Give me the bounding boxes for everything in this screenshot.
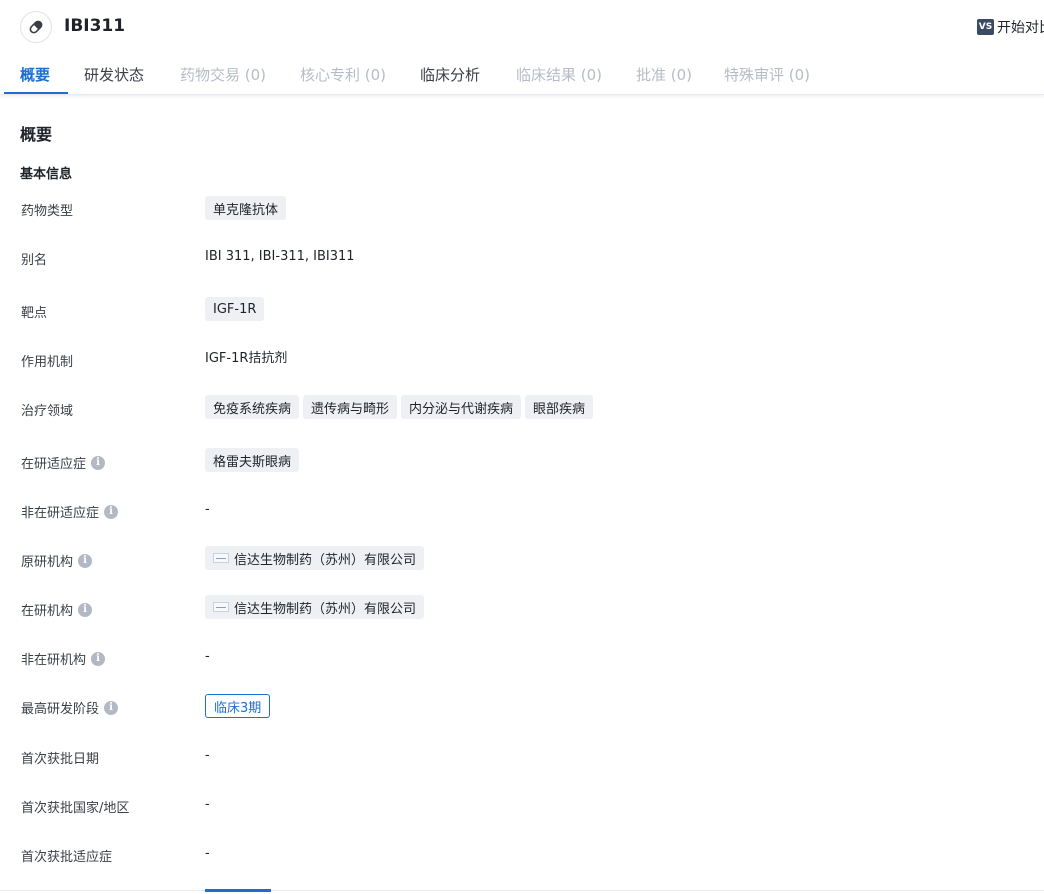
target-tag[interactable]: IGF-1R [205, 297, 265, 321]
originator-value: 信达生物制药（苏州）有限公司 [205, 546, 428, 570]
highest-phase-label-text: 最高研发阶段 [21, 702, 100, 717]
section-title: 概要 [20, 125, 53, 144]
drug-type-label: 药物类型 [21, 200, 73, 219]
therapeutic-area-tag: 内分泌与代谢疾病 [401, 395, 522, 419]
first-approval-indication-label: 首次获批适应症 [21, 846, 112, 865]
first-approval-indication-label-text: 首次获批适应症 [21, 850, 113, 865]
originator-label-text: 原研机构 [21, 555, 74, 570]
active-indication-label: 在研适应症 i [21, 453, 106, 472]
alias-label: 别名 [21, 249, 47, 268]
phase-tag: 临床3期 [205, 694, 271, 718]
tab-overview[interactable]: 概要 [20, 64, 50, 85]
active-indication-label-text: 在研适应症 [21, 457, 87, 472]
active-org-value: 信达生物制药（苏州）有限公司 [205, 595, 428, 619]
info-icon[interactable]: i [78, 602, 93, 617]
org-logo-icon [213, 602, 229, 612]
inactive-indication-value: - [205, 502, 210, 517]
inactive-indication-label: 非在研适应症 i [21, 502, 119, 521]
active-org-label: 在研机构 i [21, 600, 93, 619]
tab-clinical-analysis[interactable]: 临床分析 [420, 64, 480, 85]
info-icon[interactable]: i [78, 553, 93, 568]
tab-core-patents[interactable]: 核心专利 (0) [300, 64, 386, 85]
alias-label-text: 别名 [21, 253, 48, 268]
first-approval-date-value: - [205, 748, 210, 763]
target-value: IGF-1R [205, 297, 268, 321]
info-icon[interactable]: i [104, 700, 119, 715]
alias-value: IBI 311, IBI-311, IBI311 [205, 249, 355, 264]
therapeutic-area-tag: 免疫系统疾病 [205, 395, 300, 419]
tab-drug-deals[interactable]: 药物交易 (0) [180, 64, 266, 85]
indication-tag[interactable]: 格雷夫斯眼病 [205, 448, 300, 472]
inactive-org-value: - [205, 649, 210, 664]
inactive-org-label: 非在研机构 i [21, 649, 106, 668]
drug-type-value: 单克隆抗体 [205, 196, 290, 220]
therapeutic-area-tag: 遗传病与畸形 [303, 395, 398, 419]
highest-phase-label: 最高研发阶段 i [21, 698, 119, 717]
active-tab-indicator [4, 92, 68, 94]
tab-special-review[interactable]: 特殊审评 (0) [724, 64, 810, 85]
mechanism-label-text: 作用机制 [21, 355, 74, 370]
active-org-label-text: 在研机构 [21, 604, 74, 619]
active-org-tag[interactable]: 信达生物制药（苏州）有限公司 [205, 595, 425, 619]
target-label: 靶点 [21, 302, 47, 321]
first-approval-country-value: - [205, 797, 210, 812]
tab-clinical-results[interactable]: 临床结果 (0) [516, 64, 602, 85]
inactive-indication-label-text: 非在研适应症 [21, 506, 100, 521]
drug-type-label-text: 药物类型 [21, 204, 74, 219]
active-indication-value: 格雷夫斯眼病 [205, 448, 303, 472]
originator-org-tag[interactable]: 信达生物制药（苏州）有限公司 [205, 546, 425, 570]
first-approval-indication-value: - [205, 846, 210, 861]
originator-label: 原研机构 i [21, 551, 93, 570]
drug-type-tag: 单克隆抗体 [205, 196, 287, 220]
mechanism-label: 作用机制 [21, 351, 73, 370]
therapeutic-area-label-text: 治疗领域 [21, 404, 74, 419]
page-header: IBI311 VS 开始对比 [0, 0, 1044, 55]
therapeutic-area-value: 免疫系统疾病 遗传病与畸形 内分泌与代谢疾病 眼部疾病 [205, 395, 597, 419]
pill-icon [20, 11, 52, 43]
inactive-org-label-text: 非在研机构 [21, 653, 87, 668]
info-icon[interactable]: i [104, 504, 119, 519]
therapeutic-area-tag: 眼部疾病 [525, 395, 594, 419]
tab-rd-status[interactable]: 研发状态 [84, 64, 144, 85]
therapeutic-area-label: 治疗领域 [21, 400, 73, 419]
compare-label: 开始对比 [997, 20, 1044, 36]
mechanism-value: IGF-1R拮抗剂 [205, 351, 288, 366]
vs-icon: VS [977, 19, 994, 35]
bottom-accent [205, 889, 271, 892]
info-icon[interactable]: i [91, 651, 106, 666]
tab-approvals[interactable]: 批准 (0) [636, 64, 692, 85]
first-approval-country-label: 首次获批国家/地区 [21, 797, 129, 816]
drug-title: IBI311 [64, 16, 126, 36]
start-compare-button[interactable]: VS 开始对比 [977, 18, 1044, 36]
target-label-text: 靶点 [21, 306, 48, 321]
info-icon[interactable]: i [91, 455, 106, 470]
first-approval-country-label-text: 首次获批国家/地区 [21, 801, 130, 816]
tab-bar: 概要 研发状态 药物交易 (0) 核心专利 (0) 临床分析 临床结果 (0) … [0, 55, 1044, 95]
first-approval-date-label-text: 首次获批日期 [21, 752, 100, 767]
divider [0, 890, 1044, 891]
first-approval-date-label: 首次获批日期 [21, 748, 99, 767]
highest-phase-value: 临床3期 [205, 694, 271, 718]
active-org-name: 信达生物制药（苏州）有限公司 [234, 601, 417, 617]
basic-info-title: 基本信息 [20, 167, 73, 182]
originator-org-name: 信达生物制药（苏州）有限公司 [234, 552, 417, 568]
org-logo-icon [213, 553, 229, 563]
